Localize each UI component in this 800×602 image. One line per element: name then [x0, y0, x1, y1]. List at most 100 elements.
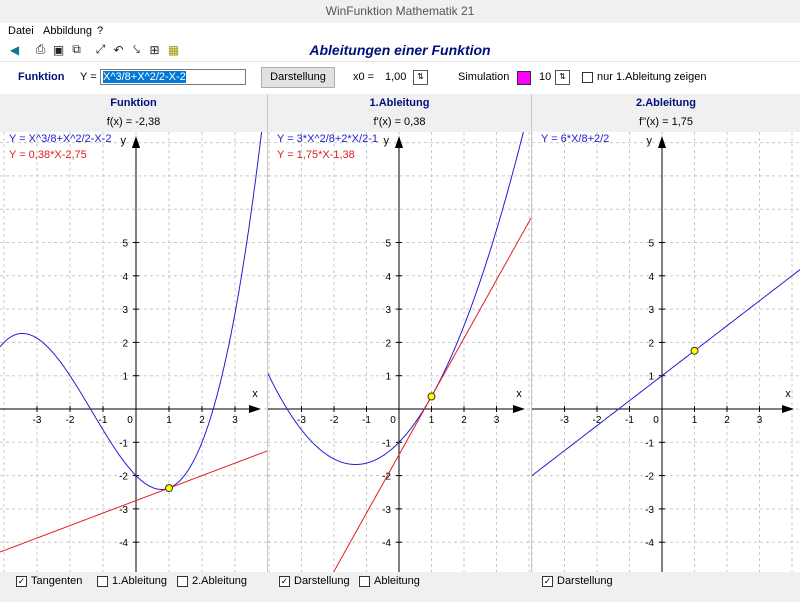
- y-tick-label: 1: [648, 372, 654, 383]
- y-tick-label: 2: [122, 338, 128, 349]
- x-tick-label: 1: [429, 415, 435, 426]
- y-tick-label: 4: [122, 272, 128, 283]
- graph-funktion[interactable]: xy-3-2-1012354321-1-2-3-4-5-6Y = X^3/8+X…: [0, 132, 267, 572]
- funktion-label: Funktion: [18, 71, 65, 83]
- x-tick-label: 2: [461, 415, 467, 426]
- function-input-text: X^3/8+X^2/2-X-2: [103, 71, 186, 83]
- panel-value: f'(x) = 0,38: [373, 116, 426, 128]
- nur-ableitung-label: nur 1.Ableitung zeigen: [597, 71, 707, 83]
- x-tick-label: 0: [390, 415, 396, 426]
- simulation-spin-icon[interactable]: ⇅: [555, 70, 570, 85]
- expand-icon[interactable]: ⤢: [93, 42, 108, 57]
- control-bar: Funktion Y = X^3/8+X^2/2-X-2 Darstellung…: [0, 61, 800, 95]
- menu-abbildung[interactable]: Abbildung: [43, 25, 92, 37]
- x-tick-label: 1: [692, 415, 698, 426]
- legend-label: Y = 0,38*X-2,75: [9, 149, 87, 161]
- panel-value: f(x) = -2,38: [106, 116, 161, 128]
- ableitung-checkbox[interactable]: [359, 576, 370, 587]
- x0-value: 1,00: [385, 71, 407, 83]
- y-tick-label: -3: [382, 505, 391, 516]
- ableitung2-checkbox[interactable]: [177, 576, 188, 587]
- x-tick-label: -3: [33, 415, 42, 426]
- y-tick-label: 3: [385, 305, 391, 316]
- legend-label: Y = 1,75*X-1,38: [277, 149, 355, 161]
- y-tick-label: 4: [648, 272, 654, 283]
- darstellung-checkbox-1[interactable]: ✓: [279, 576, 290, 587]
- simulation-film-icon[interactable]: [517, 71, 531, 85]
- menu-datei[interactable]: Datei: [8, 25, 34, 37]
- y-tick-label: -3: [645, 505, 654, 516]
- nur-ableitung-checkbox[interactable]: [582, 72, 593, 83]
- y-label: Y =: [80, 71, 97, 83]
- x-tick-label: -2: [593, 415, 602, 426]
- panel-title: Funktion: [110, 97, 157, 109]
- x-tick-label: -3: [297, 415, 306, 426]
- graph-ableitung1[interactable]: xy-3-2-1012354321-1-2-3-4-5-6Y = 3*X^2/8…: [268, 132, 531, 572]
- x0-label: x0 =: [353, 71, 375, 83]
- grid-icon[interactable]: ⊞: [147, 42, 162, 57]
- simulation-value: 10: [539, 71, 552, 83]
- y-tick-label: -1: [645, 438, 654, 449]
- panel-title: 1.Ableitung: [369, 97, 430, 109]
- x-tick-label: 0: [653, 415, 659, 426]
- panel-ableitung2: 2.Ableitung f''(x) = 1,75 x y -3 -2 -1 0 1 2 3 5 4…: [532, 94, 800, 572]
- save-icon[interactable]: ▣: [51, 42, 66, 57]
- function-input[interactable]: X^3/8+X^2/2-X-2: [100, 69, 246, 85]
- panel-ableitung1: 1.Ableitung f'(x) = 0,38 x y -3 -2 -1 0 1 2 3 5 4 3…: [268, 94, 531, 572]
- tangenten-label: Tangenten: [31, 575, 83, 587]
- darstellung-button[interactable]: Darstellung: [261, 67, 335, 88]
- y-tick-label: 5: [385, 239, 391, 250]
- y-tick-label: -4: [645, 538, 654, 549]
- x-tick-label: -3: [560, 415, 569, 426]
- x-axis-label: x: [516, 388, 522, 400]
- print-icon[interactable]: ⎙: [33, 42, 48, 57]
- x-axis-arrow: [249, 405, 261, 413]
- shrink-icon[interactable]: ⤥: [129, 42, 144, 57]
- legend-label: Y = 3*X^2/8+2*X/2-1: [277, 133, 378, 145]
- x-tick-label: -1: [625, 415, 634, 426]
- darstellung-label-1: Darstellung: [294, 575, 350, 587]
- ableitung1-checkbox[interactable]: [97, 576, 108, 587]
- y-tick-label: 2: [385, 338, 391, 349]
- y-tick-label: 3: [648, 305, 654, 316]
- x-tick-label: 3: [494, 415, 500, 426]
- tangenten-checkbox[interactable]: ✓: [16, 576, 27, 587]
- point-marker: [165, 484, 173, 493]
- x-tick-label: 2: [724, 415, 730, 426]
- panel-value: f''(x) = 1,75: [638, 116, 694, 128]
- tangent-line: [0, 450, 267, 553]
- y-axis-arrow: [395, 136, 403, 148]
- darstellung-checkbox-2[interactable]: ✓: [542, 576, 553, 587]
- ableitung1-label: 1.Ableitung: [112, 575, 168, 587]
- y-axis-arrow: [132, 136, 140, 148]
- y-tick-label: 3: [122, 305, 128, 316]
- x-axis-label: x: [785, 388, 791, 400]
- x-tick-label: 3: [757, 415, 763, 426]
- undo-icon[interactable]: ↶: [111, 42, 126, 57]
- ableitung-label: Ableitung: [374, 575, 420, 587]
- back-arrow-icon[interactable]: ◀: [7, 42, 22, 57]
- y-axis-arrow: [658, 136, 666, 148]
- y-tick-label: 1: [122, 372, 128, 383]
- panel-title: 2.Ableitung: [636, 97, 696, 109]
- x-axis-arrow: [513, 405, 525, 413]
- menu-help[interactable]: ?: [97, 25, 103, 37]
- page-title: Ableitungen einer Funktion: [309, 42, 491, 58]
- y-tick-label: 5: [648, 239, 654, 250]
- x-tick-label: 2: [199, 415, 205, 426]
- y-axis-label: y: [384, 135, 390, 147]
- menu-bar: Datei Abbildung ?: [0, 23, 800, 40]
- x-tick-label: 1: [166, 415, 172, 426]
- x0-spin-icon[interactable]: ⇅: [413, 70, 428, 85]
- y-tick-label: -2: [119, 472, 128, 483]
- x-tick-label: -2: [330, 415, 339, 426]
- y-tick-label: -2: [645, 472, 654, 483]
- x-tick-label: 3: [232, 415, 238, 426]
- bottom-bar: ✓ Tangenten 1.Ableitung 2.Ableitung ✓ Da…: [0, 572, 800, 602]
- point-marker: [427, 392, 436, 401]
- x-tick-label: -1: [362, 415, 371, 426]
- copy-icon[interactable]: ⧉: [69, 42, 84, 57]
- dotted-grid-icon[interactable]: ▦: [166, 42, 181, 57]
- graph-ableitung2[interactable]: xy-3-2-1012354321-1-2-3-4-5-6Y = 6*X/8+2…: [532, 132, 800, 572]
- y-tick-label: -1: [119, 438, 128, 449]
